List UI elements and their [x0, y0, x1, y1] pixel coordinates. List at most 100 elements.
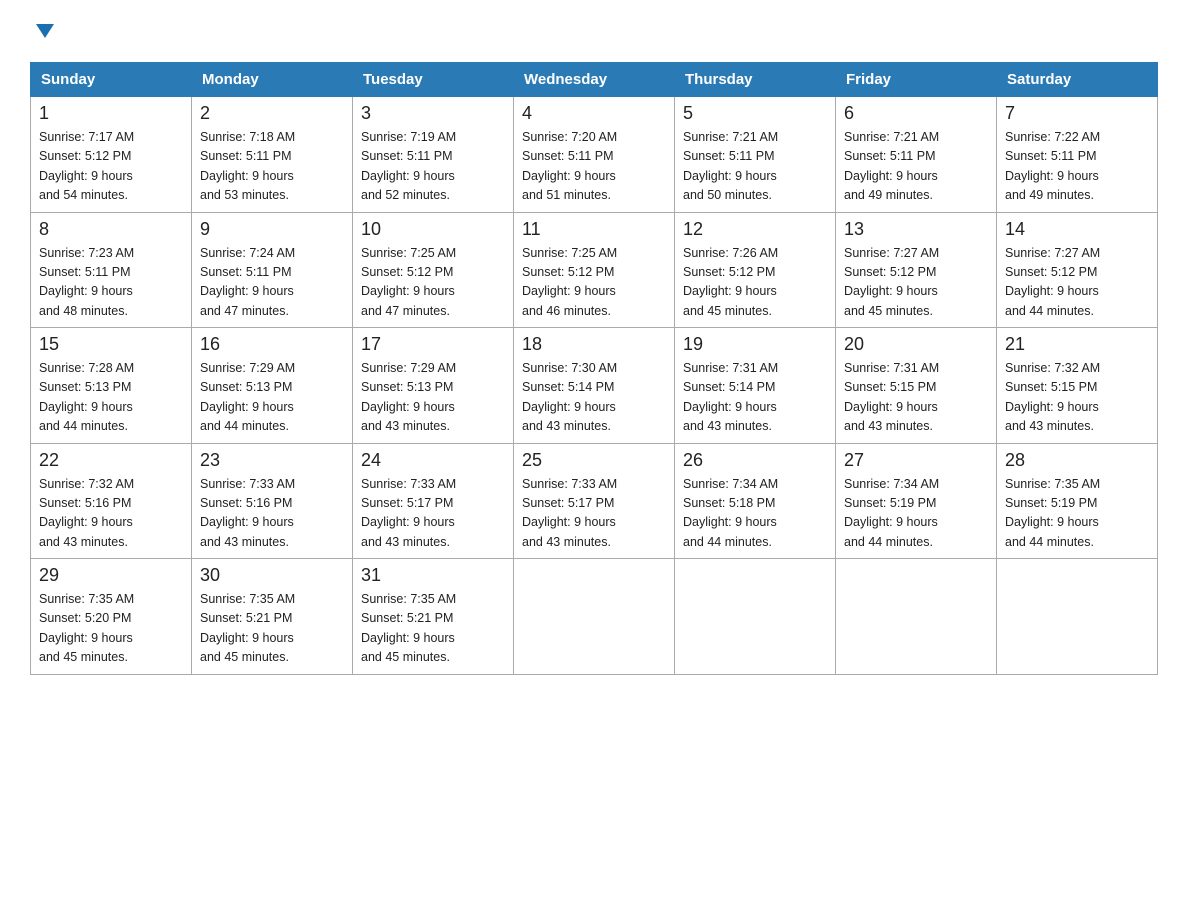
- calendar-week-row: 8 Sunrise: 7:23 AMSunset: 5:11 PMDayligh…: [31, 212, 1158, 328]
- day-info: Sunrise: 7:25 AMSunset: 5:12 PMDaylight:…: [522, 246, 617, 318]
- calendar-cell: 6 Sunrise: 7:21 AMSunset: 5:11 PMDayligh…: [836, 97, 997, 213]
- calendar-cell: 22 Sunrise: 7:32 AMSunset: 5:16 PMDaylig…: [31, 443, 192, 559]
- day-info: Sunrise: 7:30 AMSunset: 5:14 PMDaylight:…: [522, 361, 617, 433]
- calendar-cell: 18 Sunrise: 7:30 AMSunset: 5:14 PMDaylig…: [514, 328, 675, 444]
- day-number: 27: [844, 450, 988, 471]
- calendar-cell: [997, 559, 1158, 675]
- day-info: Sunrise: 7:23 AMSunset: 5:11 PMDaylight:…: [39, 246, 134, 318]
- calendar-cell: [675, 559, 836, 675]
- calendar-header-row: SundayMondayTuesdayWednesdayThursdayFrid…: [31, 63, 1158, 97]
- day-number: 26: [683, 450, 827, 471]
- calendar-cell: 30 Sunrise: 7:35 AMSunset: 5:21 PMDaylig…: [192, 559, 353, 675]
- day-number: 11: [522, 219, 666, 240]
- day-info: Sunrise: 7:33 AMSunset: 5:16 PMDaylight:…: [200, 477, 295, 549]
- day-info: Sunrise: 7:21 AMSunset: 5:11 PMDaylight:…: [844, 130, 939, 202]
- day-info: Sunrise: 7:27 AMSunset: 5:12 PMDaylight:…: [844, 246, 939, 318]
- day-number: 9: [200, 219, 344, 240]
- day-info: Sunrise: 7:35 AMSunset: 5:20 PMDaylight:…: [39, 592, 134, 664]
- column-header-sunday: Sunday: [31, 63, 192, 97]
- calendar-cell: 10 Sunrise: 7:25 AMSunset: 5:12 PMDaylig…: [353, 212, 514, 328]
- calendar-cell: 31 Sunrise: 7:35 AMSunset: 5:21 PMDaylig…: [353, 559, 514, 675]
- column-header-wednesday: Wednesday: [514, 63, 675, 97]
- column-header-thursday: Thursday: [675, 63, 836, 97]
- logo-arrow-icon: [32, 20, 56, 44]
- calendar-cell: 28 Sunrise: 7:35 AMSunset: 5:19 PMDaylig…: [997, 443, 1158, 559]
- calendar-cell: 25 Sunrise: 7:33 AMSunset: 5:17 PMDaylig…: [514, 443, 675, 559]
- page-header: [30, 20, 1158, 44]
- day-info: Sunrise: 7:17 AMSunset: 5:12 PMDaylight:…: [39, 130, 134, 202]
- day-info: Sunrise: 7:35 AMSunset: 5:21 PMDaylight:…: [361, 592, 456, 664]
- calendar-week-row: 29 Sunrise: 7:35 AMSunset: 5:20 PMDaylig…: [31, 559, 1158, 675]
- day-info: Sunrise: 7:20 AMSunset: 5:11 PMDaylight:…: [522, 130, 617, 202]
- calendar-cell: 27 Sunrise: 7:34 AMSunset: 5:19 PMDaylig…: [836, 443, 997, 559]
- calendar-cell: 17 Sunrise: 7:29 AMSunset: 5:13 PMDaylig…: [353, 328, 514, 444]
- day-number: 17: [361, 334, 505, 355]
- column-header-tuesday: Tuesday: [353, 63, 514, 97]
- calendar-cell: 24 Sunrise: 7:33 AMSunset: 5:17 PMDaylig…: [353, 443, 514, 559]
- calendar-cell: 4 Sunrise: 7:20 AMSunset: 5:11 PMDayligh…: [514, 97, 675, 213]
- day-number: 15: [39, 334, 183, 355]
- calendar-cell: 8 Sunrise: 7:23 AMSunset: 5:11 PMDayligh…: [31, 212, 192, 328]
- day-info: Sunrise: 7:21 AMSunset: 5:11 PMDaylight:…: [683, 130, 778, 202]
- day-info: Sunrise: 7:34 AMSunset: 5:19 PMDaylight:…: [844, 477, 939, 549]
- calendar-cell: 26 Sunrise: 7:34 AMSunset: 5:18 PMDaylig…: [675, 443, 836, 559]
- calendar-cell: 13 Sunrise: 7:27 AMSunset: 5:12 PMDaylig…: [836, 212, 997, 328]
- day-number: 20: [844, 334, 988, 355]
- day-number: 1: [39, 103, 183, 124]
- calendar-cell: 2 Sunrise: 7:18 AMSunset: 5:11 PMDayligh…: [192, 97, 353, 213]
- day-info: Sunrise: 7:35 AMSunset: 5:19 PMDaylight:…: [1005, 477, 1100, 549]
- day-number: 14: [1005, 219, 1149, 240]
- day-info: Sunrise: 7:26 AMSunset: 5:12 PMDaylight:…: [683, 246, 778, 318]
- day-number: 30: [200, 565, 344, 586]
- day-number: 19: [683, 334, 827, 355]
- column-header-friday: Friday: [836, 63, 997, 97]
- day-number: 6: [844, 103, 988, 124]
- day-info: Sunrise: 7:34 AMSunset: 5:18 PMDaylight:…: [683, 477, 778, 549]
- day-number: 23: [200, 450, 344, 471]
- day-number: 3: [361, 103, 505, 124]
- day-info: Sunrise: 7:33 AMSunset: 5:17 PMDaylight:…: [361, 477, 456, 549]
- day-info: Sunrise: 7:32 AMSunset: 5:15 PMDaylight:…: [1005, 361, 1100, 433]
- day-number: 5: [683, 103, 827, 124]
- calendar-cell: 14 Sunrise: 7:27 AMSunset: 5:12 PMDaylig…: [997, 212, 1158, 328]
- column-header-monday: Monday: [192, 63, 353, 97]
- day-info: Sunrise: 7:24 AMSunset: 5:11 PMDaylight:…: [200, 246, 295, 318]
- day-info: Sunrise: 7:33 AMSunset: 5:17 PMDaylight:…: [522, 477, 617, 549]
- day-number: 16: [200, 334, 344, 355]
- day-info: Sunrise: 7:35 AMSunset: 5:21 PMDaylight:…: [200, 592, 295, 664]
- calendar-cell: 3 Sunrise: 7:19 AMSunset: 5:11 PMDayligh…: [353, 97, 514, 213]
- day-number: 25: [522, 450, 666, 471]
- day-number: 2: [200, 103, 344, 124]
- calendar-cell: 23 Sunrise: 7:33 AMSunset: 5:16 PMDaylig…: [192, 443, 353, 559]
- calendar-cell: 11 Sunrise: 7:25 AMSunset: 5:12 PMDaylig…: [514, 212, 675, 328]
- calendar-cell: 20 Sunrise: 7:31 AMSunset: 5:15 PMDaylig…: [836, 328, 997, 444]
- day-info: Sunrise: 7:25 AMSunset: 5:12 PMDaylight:…: [361, 246, 456, 318]
- day-info: Sunrise: 7:28 AMSunset: 5:13 PMDaylight:…: [39, 361, 134, 433]
- day-info: Sunrise: 7:22 AMSunset: 5:11 PMDaylight:…: [1005, 130, 1100, 202]
- calendar-cell: 5 Sunrise: 7:21 AMSunset: 5:11 PMDayligh…: [675, 97, 836, 213]
- day-number: 22: [39, 450, 183, 471]
- calendar-cell: 19 Sunrise: 7:31 AMSunset: 5:14 PMDaylig…: [675, 328, 836, 444]
- calendar-cell: 12 Sunrise: 7:26 AMSunset: 5:12 PMDaylig…: [675, 212, 836, 328]
- logo: [30, 20, 56, 44]
- day-number: 31: [361, 565, 505, 586]
- calendar-cell: 21 Sunrise: 7:32 AMSunset: 5:15 PMDaylig…: [997, 328, 1158, 444]
- day-info: Sunrise: 7:32 AMSunset: 5:16 PMDaylight:…: [39, 477, 134, 549]
- day-number: 7: [1005, 103, 1149, 124]
- day-number: 24: [361, 450, 505, 471]
- calendar-week-row: 22 Sunrise: 7:32 AMSunset: 5:16 PMDaylig…: [31, 443, 1158, 559]
- day-number: 28: [1005, 450, 1149, 471]
- day-info: Sunrise: 7:31 AMSunset: 5:14 PMDaylight:…: [683, 361, 778, 433]
- day-number: 8: [39, 219, 183, 240]
- calendar-cell: 9 Sunrise: 7:24 AMSunset: 5:11 PMDayligh…: [192, 212, 353, 328]
- calendar-cell: [514, 559, 675, 675]
- calendar-week-row: 15 Sunrise: 7:28 AMSunset: 5:13 PMDaylig…: [31, 328, 1158, 444]
- day-number: 29: [39, 565, 183, 586]
- day-info: Sunrise: 7:19 AMSunset: 5:11 PMDaylight:…: [361, 130, 456, 202]
- calendar-week-row: 1 Sunrise: 7:17 AMSunset: 5:12 PMDayligh…: [31, 97, 1158, 213]
- calendar-cell: 29 Sunrise: 7:35 AMSunset: 5:20 PMDaylig…: [31, 559, 192, 675]
- day-info: Sunrise: 7:29 AMSunset: 5:13 PMDaylight:…: [200, 361, 295, 433]
- day-number: 18: [522, 334, 666, 355]
- column-header-saturday: Saturday: [997, 63, 1158, 97]
- calendar-cell: 16 Sunrise: 7:29 AMSunset: 5:13 PMDaylig…: [192, 328, 353, 444]
